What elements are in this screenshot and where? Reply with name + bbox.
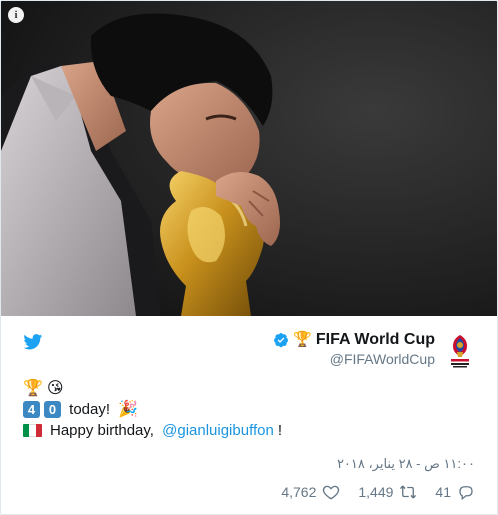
birthday-suffix: ! xyxy=(277,422,282,439)
twitter-bird-icon[interactable] xyxy=(23,334,43,350)
tweet-timestamp[interactable]: ١١:٠٠ ص - ٢٨ يناير، ٢٠١٨ xyxy=(337,456,475,472)
photo-illustration xyxy=(1,1,497,316)
tweet-photo[interactable]: i xyxy=(1,1,497,316)
keycap-four: 4 xyxy=(23,401,40,418)
trophy-icon: 🏆 xyxy=(293,331,312,348)
mention-link[interactable]: @gianluigibuffon xyxy=(162,420,274,441)
tweet-line-3: Happy birthday, @gianluigibuffon! xyxy=(23,420,483,441)
retweet-action[interactable]: 1,449 xyxy=(358,483,417,501)
tweet-line-2: 4 0 today! 🎉 xyxy=(23,399,483,420)
account-info[interactable]: 🏆 FIFA World Cup @FIFAWorldCup xyxy=(273,331,435,367)
today-text: today! xyxy=(65,401,115,418)
tweet-text: 🏆 😘 4 0 today! 🎉 Happy birthday, @gianlu… xyxy=(23,378,483,441)
heart-icon[interactable] xyxy=(322,483,340,501)
tweet-header: 🏆 FIFA World Cup @FIFAWorldCup xyxy=(1,316,497,376)
info-icon[interactable]: i xyxy=(8,7,24,23)
reply-action[interactable]: 41 xyxy=(435,483,475,501)
tweet-card[interactable]: i 🏆 FIFA World Cup @FIFAWorldCup 🏆 😘 4 0… xyxy=(0,0,498,515)
kissing-face-emoji: 😘 xyxy=(46,379,64,397)
account-name[interactable]: FIFA World Cup xyxy=(316,331,435,349)
account-handle[interactable]: @FIFAWorldCup xyxy=(273,351,435,367)
tweet-line-1: 🏆 😘 xyxy=(23,378,483,399)
reply-count: 41 xyxy=(435,484,451,500)
italy-flag-icon xyxy=(23,424,42,437)
retweet-count: 1,449 xyxy=(358,484,394,500)
retweet-icon[interactable] xyxy=(399,483,417,501)
trophy-emoji: 🏆 xyxy=(23,379,43,397)
tweet-actions: 4,762 1,449 41 xyxy=(281,483,475,501)
verified-badge-icon xyxy=(274,333,289,348)
party-popper-emoji: 🎉 xyxy=(118,400,139,418)
keycap-zero: 0 xyxy=(44,401,61,418)
birthday-text: Happy birthday, xyxy=(50,422,159,439)
like-action[interactable]: 4,762 xyxy=(281,483,340,501)
like-count: 4,762 xyxy=(281,484,317,500)
reply-bubble-icon[interactable] xyxy=(457,483,475,501)
fifa-world-cup-logo-avatar[interactable] xyxy=(447,333,473,369)
